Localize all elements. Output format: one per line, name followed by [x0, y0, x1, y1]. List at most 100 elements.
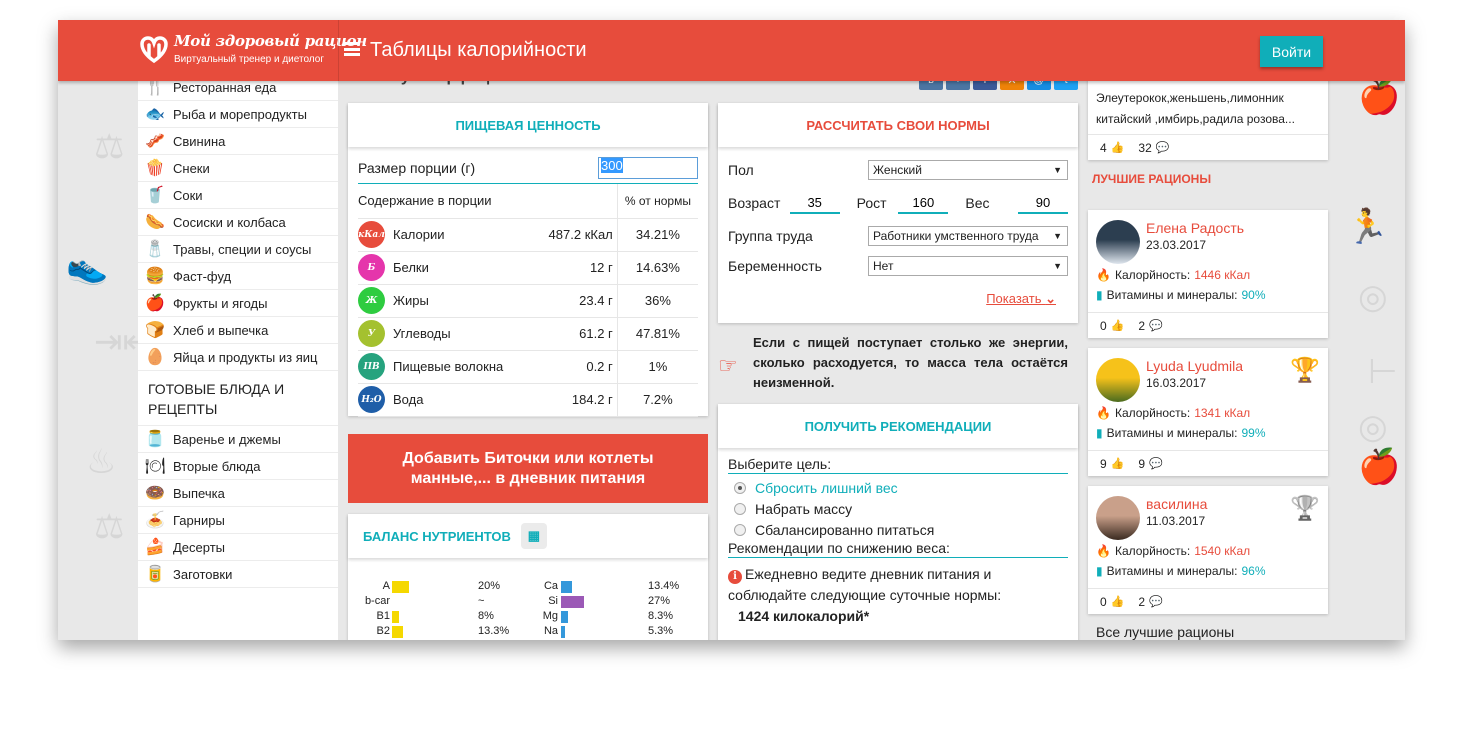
sausage-icon: 🌭 — [145, 214, 165, 231]
goal-option[interactable]: Сбалансированно питаться — [728, 519, 1068, 540]
show-link[interactable]: Показать ⌄ — [986, 291, 1056, 307]
portion-input[interactable]: 300 — [598, 157, 698, 179]
all-best-diets-link[interactable]: Все лучшие рационы — [1096, 624, 1234, 640]
sidebar-item[interactable]: 🍿 Снеки — [138, 155, 338, 182]
user-name-link[interactable]: Lyuda Lyudmila — [1146, 358, 1243, 374]
sidebar-item-label: Хлеб и выпечка — [173, 322, 269, 338]
pregnancy-select[interactable]: Нет ▼ — [868, 256, 1068, 276]
sidebar-item[interactable]: 🫙 Варенье и джемы — [138, 426, 338, 453]
nutrient-name: Белки — [393, 260, 429, 275]
user-name-link[interactable]: василина — [1146, 496, 1207, 512]
portion-row: Размер порции (г) 300 — [358, 157, 698, 184]
calories-label: Калорйность: — [1114, 268, 1191, 282]
dropdown-arrow-icon: ▼ — [1053, 231, 1062, 241]
sneaker-bg-icon: 👟 — [66, 248, 109, 286]
weight-input[interactable] — [1018, 192, 1068, 214]
sidebar-item[interactable]: 🥤 Соки — [138, 182, 338, 209]
sex-select[interactable]: Женский ▼ — [868, 160, 1068, 180]
vitamin-percent: 8% — [478, 610, 494, 622]
sidebar-item[interactable]: 🍽 Вторые блюда — [138, 453, 338, 480]
goal-radio[interactable] — [734, 481, 746, 494]
logo-subtitle: Виртуальный тренер и диетолог — [174, 54, 324, 65]
dish-bg-icon: ♨ — [86, 443, 117, 481]
diet-date: 16.03.2017 — [1146, 376, 1207, 390]
sidebar-item[interactable]: 🐟 Рыба и морепродукты — [138, 101, 338, 128]
height-input[interactable] — [898, 192, 949, 214]
nutrient-bar-row: A 20% Ca 13.4% — [348, 580, 708, 595]
nutrient-bar-row: B2 13.3% Na 5.3% — [348, 625, 708, 640]
thumbs-up-icon[interactable]: 👍 — [1111, 595, 1125, 608]
user-name-link[interactable]: Елена Радость — [1146, 220, 1244, 236]
nutrient-name-cell: кКал Калории — [358, 218, 534, 252]
tip-text: Если с пищей поступает столько же энерги… — [753, 335, 1068, 390]
kcal-norm: 1424 килокалорий* — [738, 608, 870, 624]
user-avatar[interactable] — [1096, 220, 1140, 264]
sidebar-item[interactable]: 🍔 Фаст-фуд — [138, 263, 338, 290]
table-view-icon[interactable]: ▦ — [520, 523, 547, 549]
sidebar-item-label: Десерты — [173, 539, 226, 555]
goal-radio[interactable] — [734, 502, 746, 515]
nutrient-percent: 14.63% — [616, 251, 698, 285]
dropdown-arrow-icon: ▼ — [1053, 261, 1062, 271]
comments-icon[interactable]: 💬 — [1156, 141, 1170, 154]
hamburger-menu-icon[interactable] — [344, 42, 360, 56]
sidebar-section-title: ГОТОВЫЕ БЛЮДА И РЕЦЕПТЫ — [138, 371, 338, 426]
nutrient-name: Пищевые волокна — [393, 359, 504, 374]
user-avatar[interactable] — [1096, 496, 1140, 540]
gold-trophy-icon: 🏆 — [1290, 357, 1320, 384]
goal-label: Набрать массу — [755, 500, 853, 517]
portion-label: Размер порции (г) — [358, 160, 476, 176]
comments-icon[interactable]: 💬 — [1149, 319, 1163, 332]
sidebar-item[interactable]: 🌭 Сосиски и колбаса — [138, 209, 338, 236]
norms-title: РАССЧИТАТЬ СВОИ НОРМЫ — [718, 103, 1078, 147]
comments-icon[interactable]: 💬 — [1149, 457, 1163, 470]
best-diet-card[interactable]: Елена Радость 23.03.2017 🔥 Калорйность: 1446… — [1088, 210, 1328, 338]
vitamin-bar — [392, 611, 399, 623]
nutrient-value: 487.2 кКал — [534, 218, 618, 252]
user-avatar[interactable] — [1096, 358, 1140, 402]
vitamins-value: 90% — [1241, 288, 1266, 302]
thumbs-up-icon[interactable]: 👍 — [1111, 457, 1125, 470]
portion-value: 300 — [601, 158, 623, 173]
age-input[interactable] — [789, 192, 840, 214]
goal-radio[interactable] — [734, 523, 746, 536]
comments-icon[interactable]: 💬 — [1149, 595, 1163, 608]
bar-chart-icon: ▮ — [1096, 288, 1103, 302]
sidebar-item[interactable]: 🍎 Фрукты и ягоды — [138, 290, 338, 317]
body-params-row: Возраст Рост Вес — [718, 185, 1078, 221]
mineral-percent: 8.3% — [648, 610, 674, 622]
forum-card[interactable]: Элеутерокок,женьшень,лимонник китайский … — [1088, 74, 1328, 160]
diet-date: 23.03.2017 — [1146, 238, 1207, 252]
pregnancy-value: Нет — [873, 259, 894, 273]
sidebar-item[interactable]: 🍰 Десерты — [138, 534, 338, 561]
sidebar-item[interactable]: 🥫 Заготовки — [138, 561, 338, 588]
recommendations-title: ПОЛУЧИТЬ РЕКОМЕНДАЦИИ — [718, 404, 1078, 448]
goal-option[interactable]: Сбросить лишний вес — [728, 477, 1068, 498]
sidebar-item[interactable]: 🧂 Травы, специи и соусы — [138, 236, 338, 263]
work-group-select[interactable]: Работники умственного труда ▼ — [868, 226, 1068, 246]
site-logo[interactable]: Мой здоровый рацион Виртуальный тренер и… — [140, 32, 367, 70]
sex-row: Пол Женский ▼ — [718, 155, 1078, 185]
nutrient-name: Углеводы — [393, 326, 451, 341]
goal-option[interactable]: Набрать массу — [728, 498, 1068, 519]
login-button[interactable]: Войти — [1260, 36, 1323, 67]
work-row: Группа труда Работники умственного труда… — [718, 221, 1078, 251]
apple-books-bg-icon: 🍎 — [1358, 78, 1401, 116]
best-diet-card[interactable]: Lyuda Lyudmila 16.03.2017 🏆 🔥 Калорйность: 13… — [1088, 348, 1328, 476]
add-to-diary-button[interactable]: Добавить Биточки или котлеты манные,... … — [348, 434, 708, 503]
sidebar-item[interactable]: 🥓 Свинина — [138, 128, 338, 155]
mineral-label: Ca — [543, 580, 558, 592]
jam-jar-icon: 🫙 — [145, 431, 165, 448]
sidebar-item[interactable]: 🍞 Хлеб и выпечка — [138, 317, 338, 344]
sidebar-item[interactable]: 🥚 Яйца и продукты из яиц — [138, 344, 338, 371]
thumbs-up-icon[interactable]: 👍 — [1111, 141, 1125, 154]
likes-count: 9 — [1100, 456, 1107, 471]
sidebar-item-label: Яйца и продукты из яиц — [173, 349, 318, 365]
thumbs-up-icon[interactable]: 👍 — [1111, 319, 1125, 332]
sidebar-item-label: Снеки — [173, 160, 210, 176]
fire-icon: 🔥 — [1096, 268, 1111, 282]
age-label: Возраст — [728, 195, 781, 211]
sidebar-item[interactable]: 🍝 Гарниры — [138, 507, 338, 534]
sidebar-item[interactable]: 🍩 Выпечка — [138, 480, 338, 507]
best-diet-card[interactable]: василина 11.03.2017 🏆 🔥 Калорйность: 1540 кКа… — [1088, 486, 1328, 614]
